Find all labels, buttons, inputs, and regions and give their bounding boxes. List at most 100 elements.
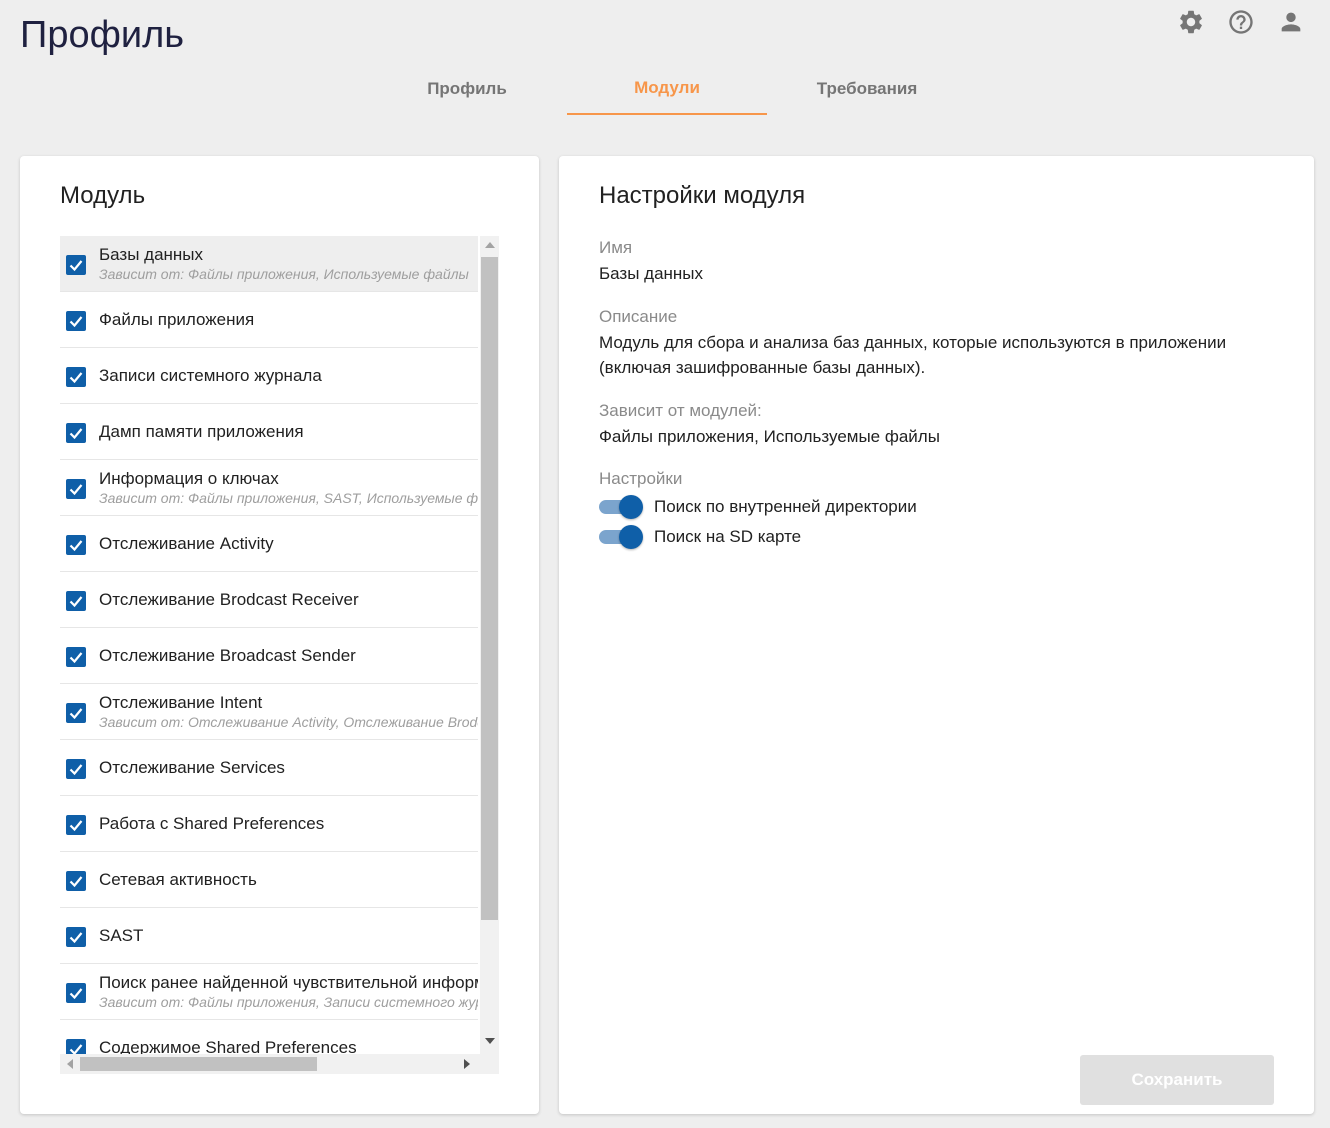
list-item-text: Поиск ранее найденной чувствительной инф… [99, 964, 478, 1019]
list-item-label: Отслеживание Services [99, 757, 285, 777]
list-item-text: Отслеживание Intent Зависит от: Отслежива… [99, 684, 478, 739]
checkmark-icon [69, 820, 83, 832]
list-item[interactable]: Работа с Shared Preferences [60, 796, 478, 852]
list-item-text: Отслеживание Activity [99, 516, 478, 571]
list-item-text: Записи системного журнала [99, 348, 478, 403]
toggle-label: Поиск по внутренней директории [654, 497, 917, 516]
scroll-up-arrow-icon[interactable] [485, 242, 495, 248]
gear-icon[interactable] [1174, 8, 1208, 36]
horizontal-scrollbar[interactable] [60, 1054, 499, 1074]
top-toolbar [1174, 8, 1308, 36]
checkbox[interactable] [66, 983, 86, 1003]
user-icon[interactable] [1274, 8, 1308, 36]
toggle-switch[interactable] [599, 495, 643, 519]
checkbox[interactable] [66, 423, 86, 443]
checkbox[interactable] [66, 759, 86, 779]
toggle-internal-dir[interactable]: Поиск по внутренней директории [599, 495, 917, 519]
checkbox[interactable] [66, 703, 86, 723]
list-item[interactable]: Поиск ранее найденной чувствительной инф… [60, 964, 478, 1020]
list-item[interactable]: Дамп памяти приложения [60, 404, 478, 460]
toggle-label: Поиск на SD карте [654, 527, 802, 546]
checkbox[interactable] [66, 479, 86, 499]
checkbox[interactable] [66, 1039, 86, 1054]
dependencies-value: Файлы приложения, Используемые файлы [599, 427, 940, 446]
page-title: Профиль [20, 14, 185, 56]
toggle-sd-card[interactable]: Поиск на SD карте [599, 525, 801, 549]
list-item-label: Записи системного журнала [99, 365, 322, 385]
name-label: Имя [599, 238, 633, 257]
checkbox[interactable] [66, 255, 86, 275]
vertical-scrollbar-thumb[interactable] [481, 257, 498, 920]
scroll-down-arrow-icon[interactable] [485, 1038, 495, 1044]
list-item-label: Содержимое Shared Preferences [99, 1037, 357, 1055]
checkbox[interactable] [66, 311, 86, 331]
list-item-text: Отслеживание Services [99, 740, 478, 795]
toggle-switch[interactable] [599, 525, 643, 549]
checkmark-icon [69, 1044, 83, 1054]
checkbox[interactable] [66, 591, 86, 611]
description-value: Модуль для сбора и анализа баз данных, к… [599, 333, 1227, 377]
list-item-label: Отслеживание Activity [99, 533, 274, 553]
tab-profile[interactable]: Профиль [367, 62, 567, 115]
checkbox[interactable] [66, 535, 86, 555]
list-item-text: Работа с Shared Preferences [99, 796, 478, 851]
list-item-text: SAST [99, 908, 478, 963]
settings-label: Настройки [599, 469, 683, 488]
list-item-text: Файлы приложения [99, 292, 478, 347]
list-item[interactable]: Содержимое Shared Preferences [60, 1020, 478, 1054]
list-item[interactable]: Отслеживание Brodcast Receiver [60, 572, 478, 628]
list-item[interactable]: Отслеживание Broadcast Sender [60, 628, 478, 684]
list-item[interactable]: Отслеживание Activity [60, 516, 478, 572]
list-item-dependency: Зависит от: Отслеживание Activity, Отсле… [99, 714, 478, 730]
checkbox[interactable] [66, 871, 86, 891]
list-item-label: Сетевая активность [99, 869, 257, 889]
checkmark-icon [69, 484, 83, 496]
list-item-text: Дамп памяти приложения [99, 404, 478, 459]
scroll-right-arrow-icon[interactable] [464, 1059, 470, 1069]
list-item[interactable]: Сетевая активность [60, 852, 478, 908]
list-item-label: Отслеживание Intent [99, 693, 263, 712]
checkbox[interactable] [66, 815, 86, 835]
list-item-dependency: Зависит от: Файлы приложения, Записи сис… [99, 994, 478, 1010]
list-item[interactable]: Отслеживание Services [60, 740, 478, 796]
module-settings-title: Настройки модуля [599, 182, 806, 209]
module-list-container: Базы данных Зависит от: Файлы приложения,… [60, 236, 499, 1074]
checkmark-icon [69, 428, 83, 440]
list-item[interactable]: Записи системного журнала [60, 348, 478, 404]
horizontal-scrollbar-thumb[interactable] [80, 1057, 317, 1071]
help-icon[interactable] [1224, 8, 1258, 36]
module-list-title: Модуль [60, 182, 146, 209]
checkbox[interactable] [66, 367, 86, 387]
checkbox[interactable] [66, 647, 86, 667]
list-item[interactable]: SAST [60, 908, 478, 964]
save-button[interactable]: Сохранить [1080, 1055, 1274, 1105]
list-item[interactable]: Файлы приложения [60, 292, 478, 348]
tab-modules[interactable]: Модули [567, 62, 767, 115]
dependencies-label: Зависит от модулей: [599, 401, 762, 420]
module-list: Базы данных Зависит от: Файлы приложения,… [60, 236, 478, 1054]
list-item[interactable]: Информация о ключах Зависит от: Файлы при… [60, 460, 478, 516]
scroll-left-arrow-icon[interactable] [67, 1059, 73, 1069]
list-item-text: Отслеживание Brodcast Receiver [99, 572, 478, 627]
list-item[interactable]: Базы данных Зависит от: Файлы приложения,… [60, 236, 478, 292]
list-item[interactable]: Отслеживание Intent Зависит от: Отслежива… [60, 684, 478, 740]
list-item-label: Базы данных [99, 245, 204, 264]
list-item-label: Отслеживание Brodcast Receiver [99, 589, 359, 609]
checkmark-icon [69, 540, 83, 552]
checkbox[interactable] [66, 927, 86, 947]
list-item-text: Сетевая активность [99, 852, 478, 907]
checkmark-icon [69, 876, 83, 888]
list-item-text: Отслеживание Broadcast Sender [99, 628, 478, 683]
name-value: Базы данных [599, 264, 704, 283]
tab-requirements[interactable]: Требования [767, 62, 967, 115]
description-label: Описание [599, 307, 678, 326]
checkmark-icon [69, 260, 83, 272]
checkmark-icon [69, 988, 83, 1000]
list-item-text: Базы данных Зависит от: Файлы приложения,… [99, 236, 478, 291]
tab-bar: Профиль Модули Требования [367, 62, 967, 115]
list-item-label: Отслеживание Broadcast Sender [99, 645, 356, 665]
list-item-label: Информация о ключах [99, 469, 279, 488]
checkmark-icon [69, 652, 83, 664]
checkmark-icon [69, 708, 83, 720]
list-item-label: Поиск ранее найденной чувствительной инф… [99, 973, 478, 992]
